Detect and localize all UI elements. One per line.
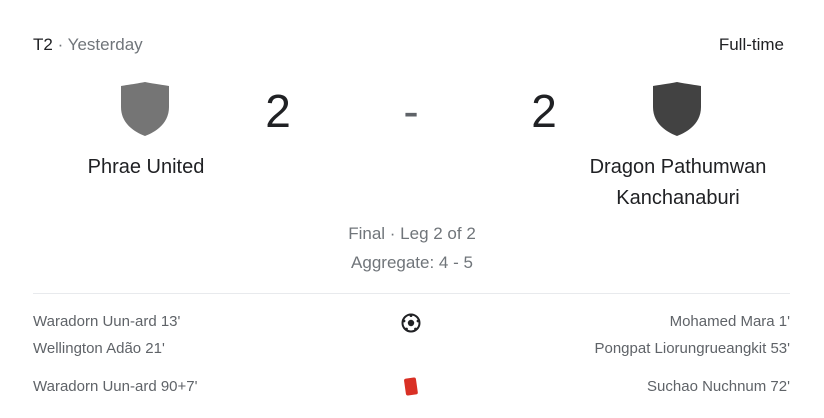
match-header-competition: T2 · Yesterday — [33, 35, 143, 55]
home-goal-scorer: Waradorn Uun-ard 13' — [33, 313, 181, 330]
away-score: 2 — [531, 85, 557, 137]
away-goal-scorer: Pongpat Liorungrueangkit 53' — [594, 340, 790, 357]
divider — [33, 293, 790, 294]
away-team-name-line2: Kanchanaburi — [616, 187, 740, 209]
leg-info: Final · Leg 2 of 2 — [348, 224, 476, 243]
home-team-name[interactable]: Phrae United — [40, 152, 252, 183]
away-team-crest-shield-icon[interactable] — [652, 81, 702, 137]
match-status: Full-time — [718, 35, 784, 54]
competition-label[interactable]: T2 — [33, 35, 53, 54]
red-card-icon — [403, 377, 419, 397]
score-separator: - — [403, 85, 419, 137]
away-red-card-player: Suchao Nuchnum 72' — [647, 378, 790, 395]
match-date: Yesterday — [67, 35, 143, 54]
away-goal-scorer: Mohamed Mara 1' — [669, 313, 790, 330]
home-goal-scorer: Wellington Adão 21' — [33, 340, 165, 357]
away-team-name-line1: Dragon Pathumwan — [589, 156, 767, 178]
home-red-card-player: Waradorn Uun-ard 90+7' — [33, 378, 198, 395]
home-team-crest-shield-icon[interactable] — [120, 81, 170, 137]
aggregate-score: Aggregate: 4 - 5 — [351, 253, 473, 272]
header-separator: · — [57, 35, 64, 54]
soccer-ball-icon — [400, 312, 422, 334]
home-score: 2 — [265, 85, 291, 137]
away-team-name[interactable]: Dragon Pathumwan Kanchanaburi — [560, 152, 796, 214]
